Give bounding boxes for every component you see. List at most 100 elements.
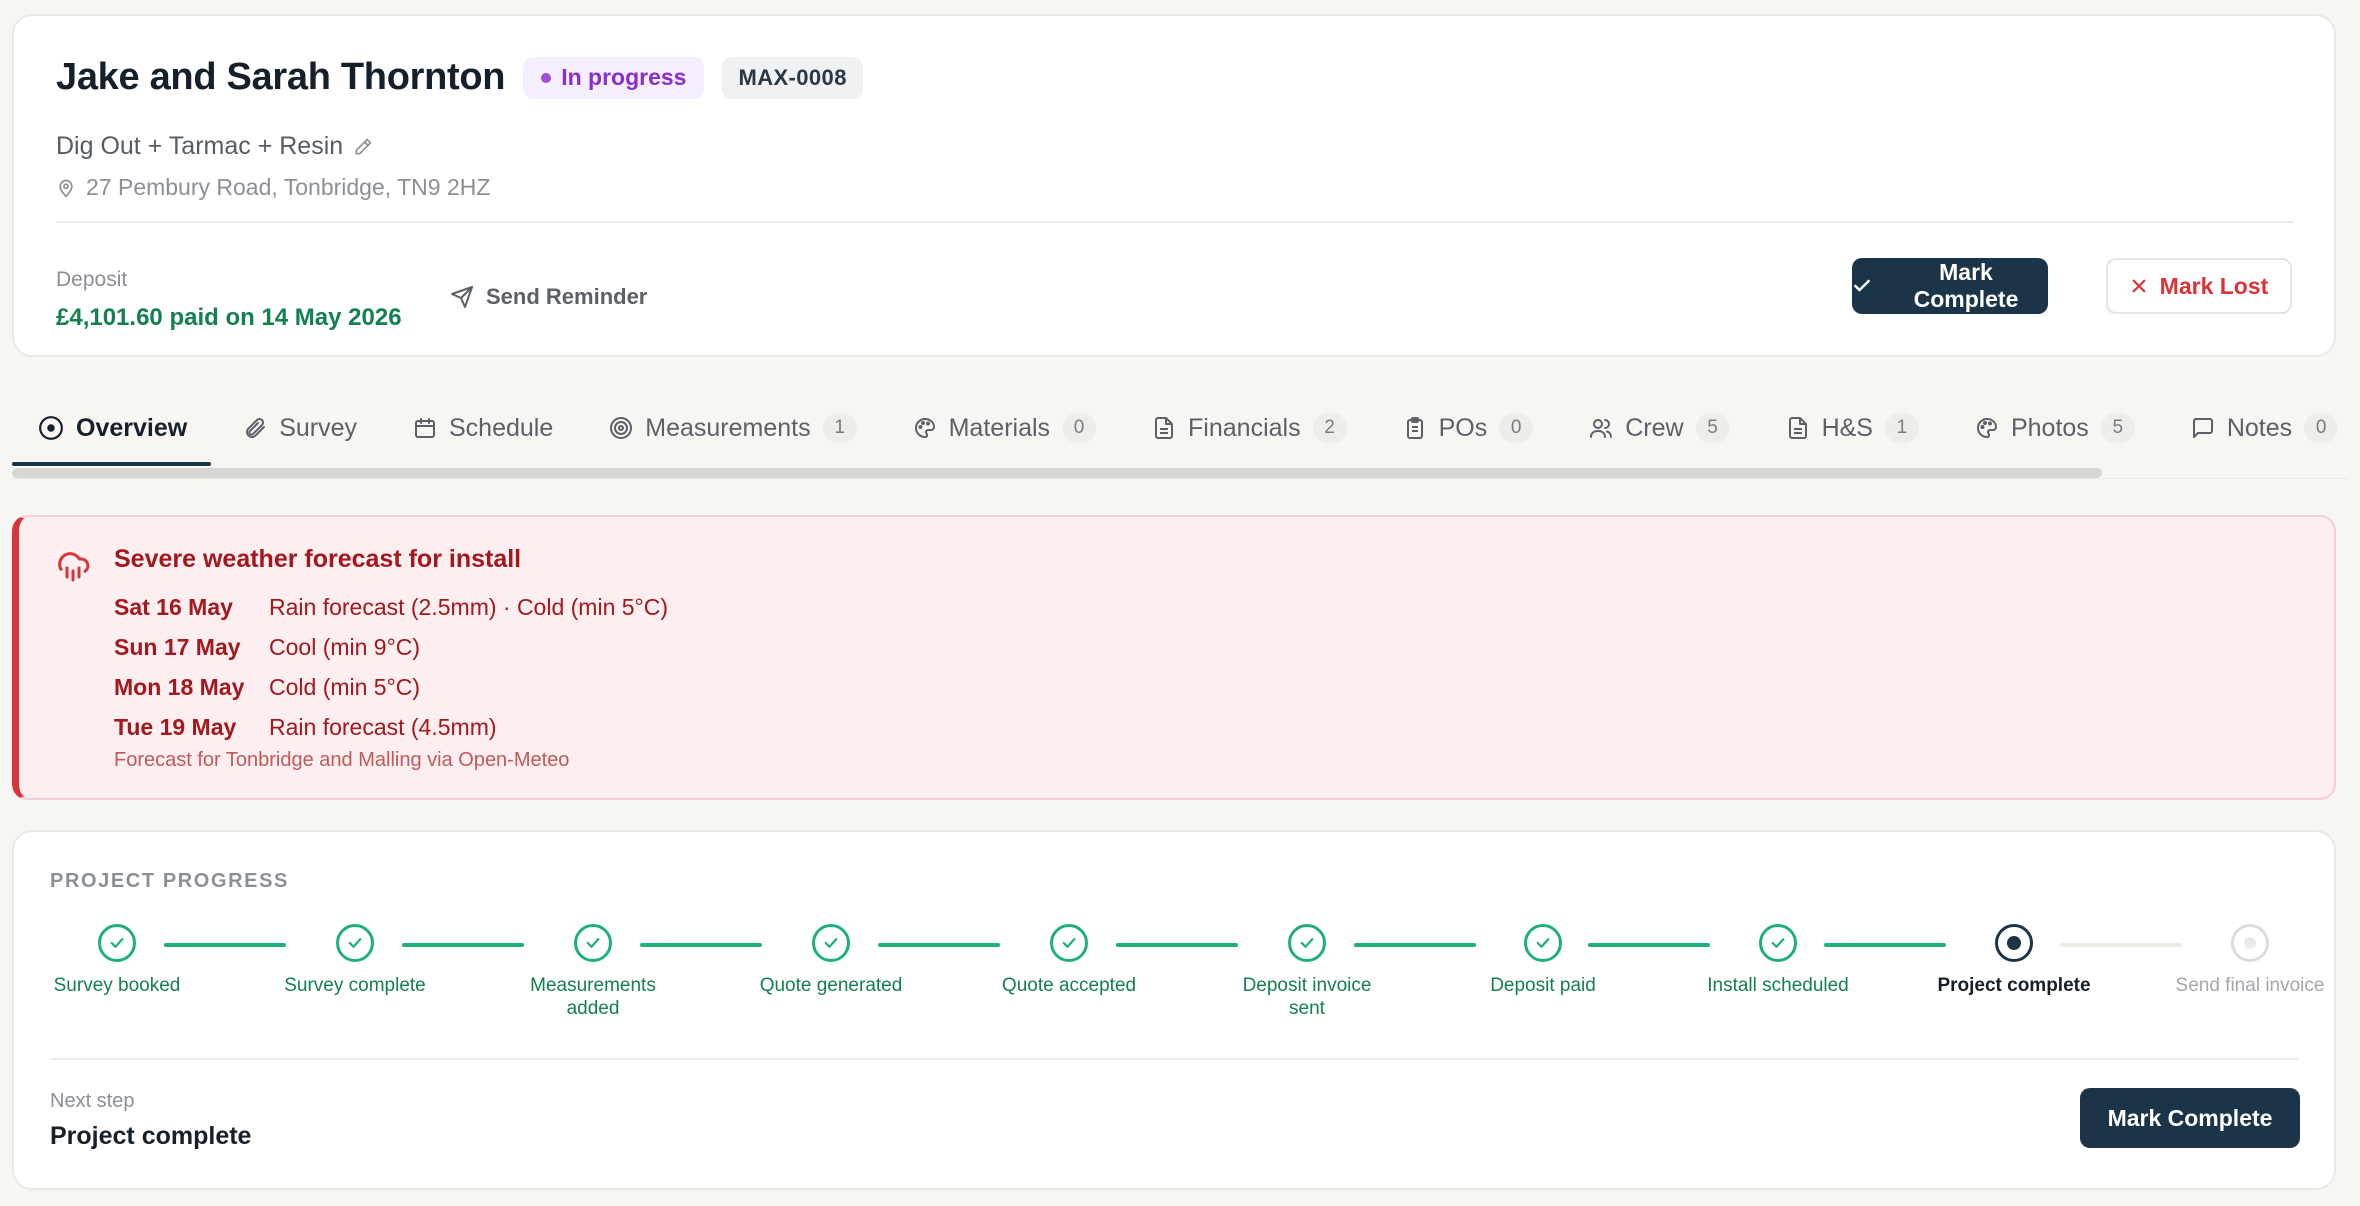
tab-count-badge: 0 (1062, 413, 1097, 443)
step-check-icon (336, 924, 374, 962)
tab-overview[interactable]: Overview (12, 392, 215, 464)
forecast-source: Forecast for Tonbridge and Malling via O… (114, 749, 570, 771)
status-dot (541, 72, 552, 83)
deposit-status: £4,101.60 paid on 14 May 2026 (56, 304, 402, 331)
mark-lost-button[interactable]: Mark Lost (2106, 258, 2292, 314)
tab-label: Crew (1625, 413, 1684, 442)
forecast-day: Tue 19 May (114, 713, 237, 740)
target-circle-icon (38, 415, 64, 441)
tab-health-safety[interactable]: H&S 1 (1758, 392, 1947, 464)
tab-photos[interactable]: Photos 5 (1947, 392, 2163, 464)
tab-pos[interactable]: POs 0 (1375, 392, 1562, 464)
progress-step-current: Project complete (1934, 924, 2094, 997)
tab-schedule[interactable]: Schedule (385, 392, 581, 464)
client-name: Jake and Sarah Thornton (56, 56, 506, 98)
forecast-description: Rain forecast (2.5mm) · Cold (min 5°C) (269, 593, 669, 620)
tab-survey[interactable]: Survey (215, 392, 385, 464)
step-current-icon (1995, 924, 2033, 962)
status-badge: In progress (523, 56, 705, 99)
mark-complete-label: Mark Complete (1913, 259, 2019, 312)
next-step-label: Next step (50, 1090, 135, 1112)
forecast-list: Sat 16 May Rain forecast (2.5mm) · Cold … (114, 587, 668, 747)
target-icon (609, 416, 633, 440)
address-row: 27 Pembury Road, Tonbridge, TN9 2HZ (56, 174, 490, 201)
calendar-icon (413, 416, 437, 440)
chat-icon (2191, 416, 2215, 440)
step-label: Survey booked (53, 975, 181, 996)
address: 27 Pembury Road, Tonbridge, TN9 2HZ (86, 174, 491, 200)
tab-count-badge: 1 (822, 413, 857, 443)
forecast-row: Tue 19 May Rain forecast (4.5mm) (114, 707, 668, 747)
progress-step: Deposit paid (1463, 924, 1623, 997)
step-check-icon (1050, 924, 1088, 962)
step-check-icon (574, 924, 612, 962)
tab-crew[interactable]: Crew 5 (1561, 392, 1757, 464)
progress-step-pending: Send final invoice (2170, 924, 2330, 997)
send-icon (450, 285, 474, 309)
forecast-row: Sun 17 May Cool (min 9°C) (114, 627, 668, 667)
tab-label: Photos (2010, 413, 2089, 442)
tabs-scrollbar[interactable] (12, 468, 2102, 478)
tab-notes[interactable]: Notes 0 (2163, 392, 2360, 464)
close-icon (2130, 277, 2148, 295)
progress-step: Survey booked (37, 924, 197, 997)
document-icon (1152, 416, 1176, 440)
tab-label: Notes (2226, 413, 2293, 442)
alert-title: Severe weather forecast for install (114, 545, 522, 573)
send-reminder-label: Send Reminder (486, 284, 648, 309)
forecast-day: Sun 17 May (114, 633, 241, 660)
step-check-icon (1288, 924, 1326, 962)
forecast-description: Cold (min 5°C) (269, 673, 421, 700)
active-tab-indicator (12, 462, 211, 466)
palette-icon (913, 416, 937, 440)
forecast-description: Rain forecast (4.5mm) (269, 713, 497, 740)
tab-label: Overview (76, 413, 188, 442)
step-check-icon (98, 924, 136, 962)
step-label: Quote generated (759, 975, 903, 996)
job-reference-badge: MAX-0008 (722, 56, 863, 99)
header-divider (56, 221, 2294, 223)
step-check-icon (812, 924, 850, 962)
tab-materials[interactable]: Materials 0 (885, 392, 1124, 464)
edit-pencil-icon[interactable] (353, 137, 373, 157)
step-label: Install scheduled (1707, 975, 1849, 996)
tabs-divider (12, 478, 2348, 479)
mark-lost-label: Mark Lost (2159, 272, 2269, 299)
step-label: Send final invoice (2175, 975, 2325, 996)
progress-divider (50, 1058, 2298, 1060)
paperclip-icon (243, 416, 267, 440)
forecast-row: Mon 18 May Cold (min 5°C) (114, 667, 668, 707)
step-label: Deposit paid (1490, 975, 1596, 996)
tab-label: Survey (279, 413, 357, 442)
send-reminder-button[interactable]: Send Reminder (450, 284, 647, 310)
step-pending-icon (2231, 924, 2269, 962)
tab-financials[interactable]: Financials 2 (1124, 392, 1375, 464)
clipboard-icon (1403, 416, 1427, 440)
tab-label: Measurements (645, 413, 811, 442)
mark-complete-button[interactable]: Mark Complete (1852, 258, 2048, 314)
project-progress-card: PROJECT PROGRESS Survey booked Survey co… (12, 830, 2336, 1190)
next-step-value: Project complete (50, 1122, 252, 1150)
tab-measurements[interactable]: Measurements 1 (581, 392, 884, 464)
status-label: In progress (561, 64, 687, 90)
deposit-label: Deposit (56, 268, 128, 291)
step-label: Deposit invoice sent (1242, 975, 1372, 1019)
tab-label: POs (1438, 413, 1488, 442)
progress-step: Quote generated (751, 924, 911, 997)
forecast-row: Sat 16 May Rain forecast (2.5mm) · Cold … (114, 587, 668, 627)
tab-count-badge: 1 (1884, 413, 1919, 443)
check-icon (1852, 276, 1872, 296)
next-step-mark-complete-button[interactable]: Mark Complete (2080, 1088, 2300, 1148)
document-icon (1786, 416, 1810, 440)
progress-step: Survey complete (275, 924, 435, 997)
progress-step: Quote accepted (989, 924, 1149, 997)
tab-count-badge: 0 (2304, 413, 2339, 443)
job-type: Dig Out + Tarmac + Resin (56, 132, 344, 160)
title-row: Jake and Sarah Thornton In progress MAX-… (56, 56, 863, 99)
job-tabs: Overview Survey Schedule Measurements 1 … (12, 392, 2348, 464)
step-check-icon (1524, 924, 1562, 962)
tab-label: Schedule (449, 413, 554, 442)
forecast-day: Mon 18 May (114, 673, 245, 700)
step-check-icon (1759, 924, 1797, 962)
forecast-day: Sat 16 May (114, 593, 233, 620)
